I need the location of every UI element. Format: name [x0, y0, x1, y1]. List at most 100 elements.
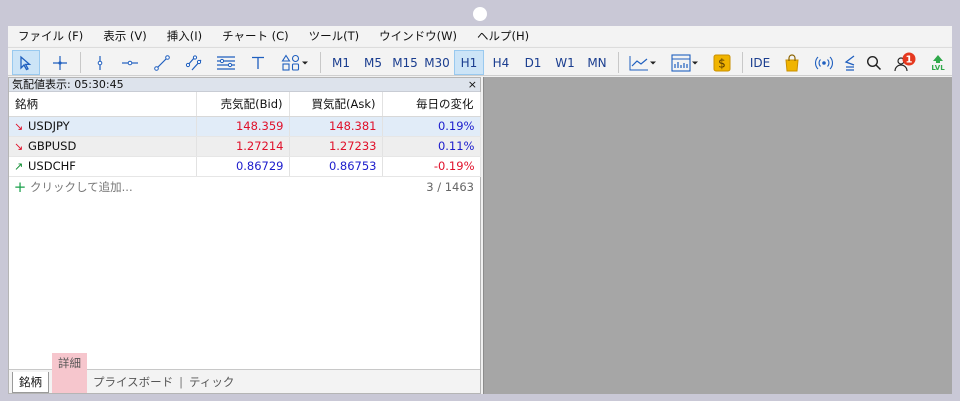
crosshair-tool-button[interactable]: [46, 50, 74, 75]
symbol-name: GBPUSD: [28, 139, 77, 153]
account-button[interactable]: 1: [890, 50, 920, 75]
toolbar-separator: [80, 52, 81, 73]
add-symbol-row[interactable]: + クリックして追加... 3 / 1463: [9, 177, 480, 197]
timeframe-m5[interactable]: M5: [358, 50, 388, 75]
signals-button[interactable]: [810, 50, 838, 75]
level-label: LVL: [931, 63, 945, 72]
level-button[interactable]: LVL: [926, 50, 950, 75]
tab-ticks[interactable]: ティック: [183, 372, 240, 393]
daily-change-value: 0.11%: [382, 136, 481, 157]
market-watch-panel: 気配値表示: 05:30:45 × 銘柄 売気配(Bid) 買気配(Ask) 毎…: [8, 77, 481, 394]
text-tool-button[interactable]: [244, 50, 272, 75]
menu-view[interactable]: 表示 (V): [93, 28, 157, 44]
menu-insert[interactable]: 挿入(I): [157, 28, 212, 44]
search-icon: [866, 55, 882, 70]
fibonacci-button[interactable]: [212, 50, 240, 75]
search-button[interactable]: [862, 50, 886, 75]
timeframe-m1[interactable]: M1: [326, 50, 356, 75]
vps-button[interactable]: [838, 50, 862, 75]
panel-title-bar: 気配値表示: 05:30:45 ×: [9, 78, 480, 92]
toolbar-separator: [742, 52, 743, 73]
ide-button[interactable]: IDE: [746, 50, 774, 75]
daily-change-value: 0.19%: [382, 116, 481, 137]
text-t-icon: [252, 56, 264, 69]
notification-count-badge: 1: [906, 54, 913, 65]
plus-icon: +: [13, 177, 27, 196]
timeframe-mn[interactable]: MN: [582, 50, 612, 75]
camera-notch: [473, 7, 487, 21]
close-icon[interactable]: ×: [468, 78, 477, 92]
trendline-button[interactable]: [148, 50, 176, 75]
ask-value: 148.381: [289, 116, 383, 137]
table-row[interactable]: ↘ GBPUSD 1.27214 1.27233 0.11%: [9, 136, 481, 157]
timeframe-d1[interactable]: D1: [518, 50, 548, 75]
trading-button[interactable]: $: [708, 50, 736, 75]
toolbar-separator: [320, 52, 321, 73]
channel-button[interactable]: [180, 50, 208, 75]
tab-price-board[interactable]: プライスボード: [87, 372, 179, 393]
down-arrow-icon: ↘: [14, 120, 24, 133]
ask-value: 0.86753: [289, 156, 383, 177]
chevron-down-icon: [302, 61, 308, 64]
symbol-count: 3 / 1463: [426, 179, 474, 194]
timeframe-m30[interactable]: M30: [422, 50, 452, 75]
bid-value: 1.27214: [196, 136, 290, 157]
down-arrow-icon: ↘: [14, 140, 24, 153]
cursor-tool-button[interactable]: [12, 50, 40, 75]
crosshair-icon: [53, 55, 67, 70]
column-header-symbol[interactable]: 銘柄: [9, 92, 197, 117]
table-header-row: 銘柄 売気配(Bid) 買気配(Ask) 毎日の変化: [9, 92, 481, 117]
terminal-window: ファイル (F) 表示 (V) 挿入(I) チャート (C) ツール(T) ウイ…: [8, 26, 952, 394]
shopping-bag-icon: [785, 53, 799, 71]
bid-value: 0.86729: [196, 156, 290, 177]
level-arrow-icon: [933, 54, 943, 63]
column-header-daily-change[interactable]: 毎日の変化: [382, 92, 481, 117]
shapes-dropdown-button[interactable]: [276, 50, 314, 75]
daily-change-value: -0.19%: [382, 156, 481, 177]
menu-chart[interactable]: チャート (C): [212, 28, 299, 44]
vertical-line-button[interactable]: [86, 50, 114, 75]
toolbar-separator: [618, 52, 619, 73]
timeframe-h1[interactable]: H1: [454, 50, 484, 75]
vertical-line-icon: [97, 55, 103, 70]
indicator-window-icon: [671, 53, 691, 72]
chart-area[interactable]: [483, 77, 952, 394]
tab-details[interactable]: 詳細: [52, 353, 87, 393]
market-button[interactable]: [778, 50, 806, 75]
table-row[interactable]: ↗ USDCHF 0.86729 0.86753 -0.19%: [9, 156, 481, 177]
table-row[interactable]: ↘ USDJPY 148.359 148.381 0.19%: [9, 116, 481, 137]
chart-type-dropdown-button[interactable]: [624, 50, 662, 75]
cursor-arrow-icon: [20, 55, 32, 70]
fibonacci-icon: [217, 55, 235, 70]
timeframe-m15[interactable]: M15: [390, 50, 420, 75]
column-header-ask[interactable]: 買気配(Ask): [289, 92, 383, 117]
panel-title: 気配値表示: 05:30:45: [12, 78, 124, 91]
column-header-bid[interactable]: 売気配(Bid): [196, 92, 290, 117]
main-toolbar: M1 M5 M15 M30 H1 H4 D1 W1 MN $ IDE 1 LVL: [8, 47, 952, 76]
indicators-dropdown-button[interactable]: [666, 50, 704, 75]
svg-text:$: $: [718, 56, 726, 70]
channel-icon: [185, 54, 202, 70]
up-arrow-icon: ↗: [14, 160, 24, 173]
chevron-down-icon: [650, 61, 656, 64]
vps-icon: [844, 54, 855, 71]
panel-tabs: 銘柄 詳細 プライスボード | ティック: [9, 353, 480, 393]
bid-value: 148.359: [196, 116, 290, 137]
menu-help[interactable]: ヘルプ(H): [467, 28, 539, 44]
timeframe-h4[interactable]: H4: [486, 50, 516, 75]
horizontal-line-button[interactable]: [116, 50, 144, 75]
quotes-table: 銘柄 売気配(Bid) 買気配(Ask) 毎日の変化 ↘ USDJPY 148.3…: [9, 92, 481, 177]
shapes-icon: [281, 53, 300, 71]
add-symbol-label: クリックして追加...: [30, 179, 133, 194]
signal-broadcast-icon: [814, 56, 834, 69]
menu-tools[interactable]: ツール(T): [299, 28, 370, 44]
horizontal-line-icon: [122, 60, 138, 65]
dollar-icon: $: [713, 54, 731, 71]
chevron-down-icon: [692, 61, 698, 64]
symbol-name: USDJPY: [28, 119, 70, 133]
tab-symbols[interactable]: 銘柄: [12, 372, 49, 393]
timeframe-w1[interactable]: W1: [550, 50, 580, 75]
menu-window[interactable]: ウインドウ(W): [369, 28, 467, 44]
menu-bar: ファイル (F) 表示 (V) 挿入(I) チャート (C) ツール(T) ウイ…: [8, 26, 952, 46]
menu-file[interactable]: ファイル (F): [8, 28, 93, 44]
